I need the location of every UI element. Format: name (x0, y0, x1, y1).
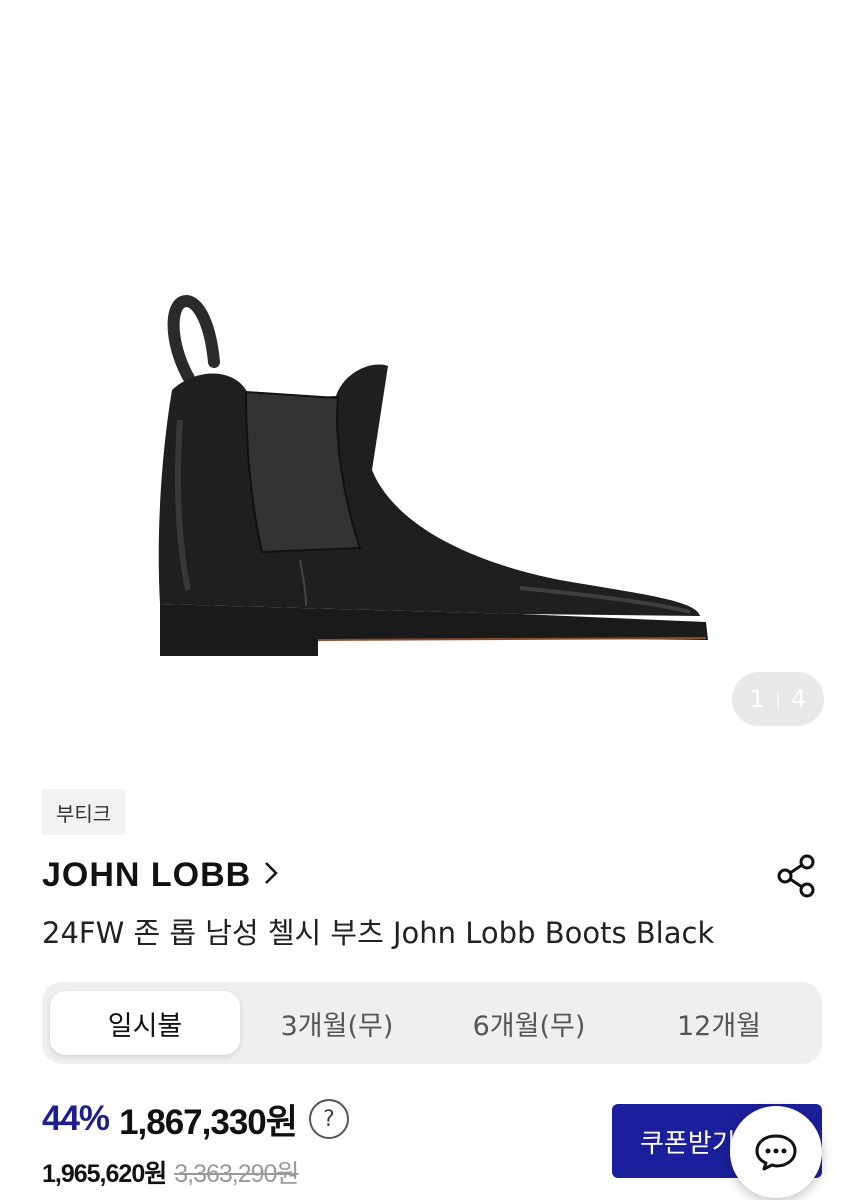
base-price: 1,965,620원 (42, 1160, 167, 1188)
brand-name: JOHN LOBB (42, 855, 252, 894)
tab-3-months[interactable]: 3개월(무) (242, 991, 432, 1055)
chat-icon (755, 1134, 797, 1171)
help-icon[interactable]: ? (308, 1099, 349, 1139)
tab-lump-sum[interactable]: 일시불 (50, 991, 240, 1055)
chat-button[interactable] (730, 1106, 822, 1198)
brand-link[interactable]: JOHN LOBB (42, 852, 279, 898)
product-image (158, 295, 708, 656)
product-image-gallery[interactable]: 1 | 4 (0, 0, 864, 760)
discount-rate: 44% (42, 1099, 110, 1138)
coupon-label: 쿠폰받기 (640, 1128, 736, 1159)
boutique-badge: 부티크 (42, 789, 126, 835)
installment-tabs: 일시불 3개월(무) 6개월(무) 12개월 (42, 982, 822, 1064)
price-row: 44% 1,867,330원 ? (42, 1094, 349, 1144)
counter-separator: | (774, 688, 782, 710)
product-name: 24FW 존 롭 남성 첼시 부츠 John Lobb Boots Black (42, 916, 715, 950)
tab-12-months[interactable]: 12개월 (624, 991, 814, 1055)
chevron-right-icon (263, 856, 279, 895)
counter-total: 4 (791, 685, 807, 713)
share-icon[interactable] (774, 852, 818, 900)
sale-price: 1,867,330원 (119, 1102, 298, 1142)
tab-6-months[interactable]: 6개월(무) (434, 991, 624, 1055)
image-counter: 1 | 4 (732, 672, 824, 726)
original-price-row: 1,965,620원 3,363,290원 (42, 1152, 299, 1192)
original-price: 3,363,290원 (174, 1160, 299, 1188)
counter-current: 1 (749, 685, 765, 713)
